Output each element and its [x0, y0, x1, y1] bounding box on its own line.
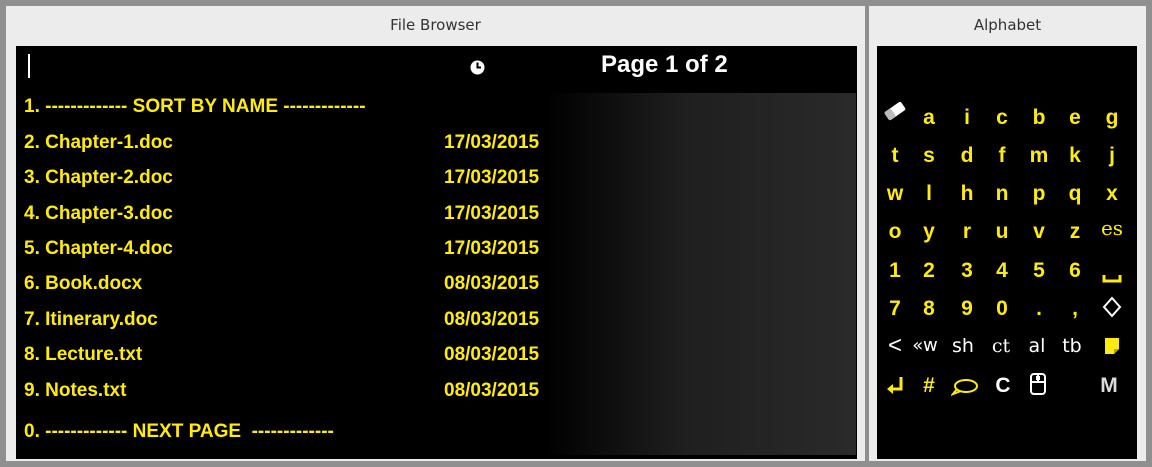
key-al[interactable]: al	[1019, 328, 1055, 364]
list-item-next-page[interactable]: 0. ------------- NEXT PAGE -------------	[24, 421, 334, 443]
mouse-icon[interactable]	[1020, 366, 1056, 402]
diamond-icon[interactable]	[1094, 289, 1130, 325]
key-5[interactable]: 5	[1021, 253, 1057, 289]
page-indicator: Page 1 of 2	[601, 51, 728, 78]
key-v[interactable]: v	[1021, 214, 1057, 250]
alphabet-keyboard: a i c b e g t s d f m k j w l h n p q x …	[877, 46, 1137, 459]
key-e[interactable]: e	[1057, 100, 1093, 136]
key-b[interactable]: b	[1021, 100, 1057, 136]
key-2[interactable]: 2	[911, 253, 947, 289]
file-date: 17/03/2015	[444, 203, 540, 224]
key-comma[interactable]: ,	[1057, 291, 1093, 327]
enter-icon[interactable]	[877, 368, 913, 404]
note-icon[interactable]	[1094, 328, 1130, 364]
key-tb[interactable]: tb	[1054, 328, 1090, 364]
text-cursor	[28, 54, 30, 78]
alphabet-title: Alphabet	[973, 16, 1042, 34]
file-date: 17/03/2015	[444, 132, 540, 153]
key-s[interactable]: s	[911, 138, 947, 174]
file-item[interactable]: 2. Chapter-1.doc	[24, 132, 173, 154]
key-c[interactable]: c	[984, 100, 1020, 136]
key-period[interactable]: .	[1021, 291, 1057, 327]
key-hash[interactable]: #	[911, 368, 947, 404]
key-4[interactable]: 4	[984, 253, 1020, 289]
key-q[interactable]: q	[1057, 176, 1093, 212]
file-browser-title: File Browser	[390, 16, 481, 34]
key-u[interactable]: u	[984, 214, 1020, 250]
key-h[interactable]: h	[949, 176, 985, 212]
key-n[interactable]: n	[984, 176, 1020, 212]
file-date: 17/03/2015	[444, 238, 540, 259]
key-sh[interactable]: sh	[945, 328, 981, 364]
key-word-back[interactable]: «w	[907, 328, 943, 364]
file-item[interactable]: 8. Lecture.txt	[24, 344, 142, 366]
file-date: 08/03/2015	[444, 309, 540, 330]
key-ct[interactable]: ct	[983, 328, 1019, 364]
key-0[interactable]: 0	[984, 291, 1020, 327]
key-j[interactable]: j	[1094, 138, 1130, 174]
key-y[interactable]: y	[911, 214, 947, 250]
file-list-area: Page 1 of 2 1. ------------- SORT BY NAM…	[16, 46, 857, 459]
list-gradient	[546, 93, 856, 455]
key-r[interactable]: r	[949, 214, 985, 250]
file-item[interactable]: 5. Chapter-4.doc	[24, 238, 173, 260]
key-9[interactable]: 9	[949, 291, 985, 327]
key-o[interactable]: o	[877, 214, 913, 250]
key-7[interactable]: 7	[877, 291, 913, 327]
key-p[interactable]: p	[1021, 176, 1057, 212]
list-item-sort[interactable]: 1. ------------- SORT BY NAME ----------…	[24, 96, 366, 118]
file-date: 08/03/2015	[444, 273, 540, 294]
key-c-upper[interactable]: C	[985, 368, 1021, 404]
key-w[interactable]: w	[877, 176, 913, 212]
file-item[interactable]: 6. Book.docx	[24, 273, 142, 295]
clock-icon	[470, 60, 485, 75]
key-i[interactable]: i	[949, 100, 985, 136]
key-f[interactable]: f	[984, 138, 1020, 174]
file-item[interactable]: 3. Chapter-2.doc	[24, 167, 173, 189]
key-3[interactable]: 3	[949, 253, 985, 289]
key-m-upper[interactable]: M	[1091, 368, 1127, 404]
file-date: 17/03/2015	[444, 167, 540, 188]
file-item[interactable]: 9. Notes.txt	[24, 380, 126, 402]
file-date: 08/03/2015	[444, 344, 540, 365]
space-icon[interactable]	[1094, 253, 1130, 289]
key-t[interactable]: t	[877, 138, 913, 174]
file-item[interactable]: 4. Chapter-3.doc	[24, 203, 173, 225]
eraser-icon[interactable]	[877, 100, 913, 136]
alphabet-panel: Alphabet a i c b e g t s d f m k j w l h…	[869, 6, 1146, 461]
key-l[interactable]: l	[911, 176, 947, 212]
key-d[interactable]: d	[949, 138, 985, 174]
key-m[interactable]: m	[1021, 138, 1057, 174]
speech-bubble-icon[interactable]	[947, 368, 983, 404]
key-g[interactable]: g	[1094, 100, 1130, 136]
key-x[interactable]: x	[1094, 176, 1130, 212]
key-6[interactable]: 6	[1057, 253, 1093, 289]
key-k[interactable]: k	[1057, 138, 1093, 174]
file-item[interactable]: 7. Itinerary.doc	[24, 309, 158, 331]
file-date: 08/03/2015	[444, 380, 540, 401]
key-z[interactable]: z	[1057, 214, 1093, 250]
file-browser-panel: File Browser Page 1 of 2 1. ------------…	[6, 6, 865, 461]
key-a[interactable]: a	[911, 100, 947, 136]
key-es[interactable]: es	[1094, 210, 1130, 246]
key-8[interactable]: 8	[911, 291, 947, 327]
key-1[interactable]: 1	[877, 253, 913, 289]
